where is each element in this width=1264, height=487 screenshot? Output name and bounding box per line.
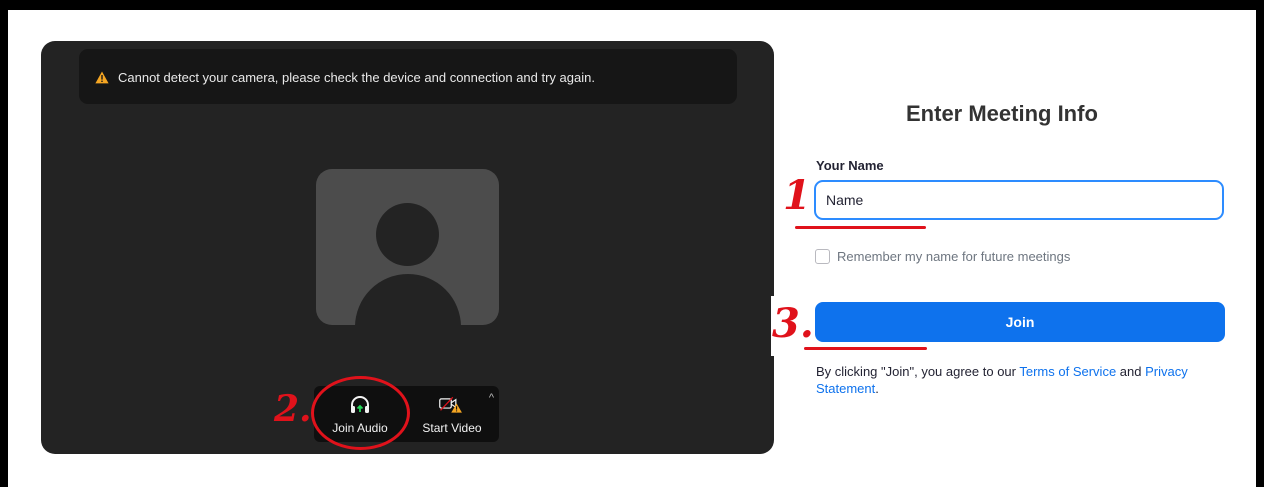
terms-suffix: . — [875, 381, 879, 396]
form-title: Enter Meeting Info — [906, 101, 1098, 126]
avatar-placeholder — [316, 169, 499, 325]
join-button[interactable]: Join — [815, 302, 1225, 342]
remember-name-option[interactable]: Remember my name for future meetings — [815, 249, 1070, 264]
terms-and: and — [1116, 364, 1146, 379]
warning-icon — [95, 71, 109, 84]
name-label: Your Name — [816, 158, 884, 173]
join-audio-label: Join Audio — [332, 421, 388, 435]
avatar-body — [355, 274, 461, 325]
terms-notice: By clicking "Join", you agree to our Ter… — [816, 363, 1236, 397]
annotation-underline-3 — [804, 347, 927, 350]
warning-text: Cannot detect your camera, please check … — [118, 70, 595, 85]
video-preview: Cannot detect your camera, please check … — [41, 41, 774, 454]
terms-of-service-link[interactable]: Terms of Service — [1019, 364, 1116, 379]
video-off-icon — [439, 394, 465, 416]
annotation-backdrop — [771, 296, 817, 356]
name-input[interactable] — [814, 180, 1224, 220]
media-controls: Join Audio Start Video ^ — [314, 386, 499, 442]
top-border — [0, 0, 1264, 10]
terms-prefix: By clicking "Join", you agree to our — [816, 364, 1020, 379]
avatar-head — [376, 203, 439, 266]
headphones-icon — [347, 394, 373, 416]
join-audio-button[interactable]: Join Audio — [314, 386, 406, 442]
start-video-label: Start Video — [422, 421, 482, 435]
chevron-up-icon[interactable]: ^ — [489, 392, 494, 404]
left-border — [0, 0, 8, 487]
annotation-underline-1 — [795, 226, 926, 229]
right-border — [1256, 0, 1264, 487]
start-video-button[interactable]: Start Video ^ — [406, 386, 498, 442]
camera-warning-banner: Cannot detect your camera, please check … — [79, 49, 737, 104]
remember-name-checkbox[interactable] — [815, 249, 830, 264]
remember-name-label: Remember my name for future meetings — [837, 249, 1071, 264]
